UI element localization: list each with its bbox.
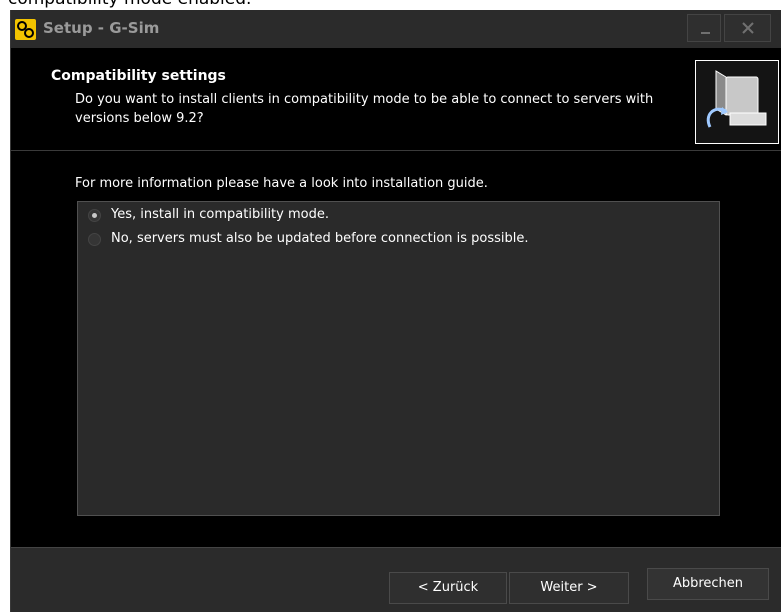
- options-panel: Yes, install in compatibility mode. No, …: [77, 201, 720, 516]
- minimize-button[interactable]: [687, 14, 721, 42]
- page-title: Compatibility settings: [51, 68, 226, 84]
- next-button[interactable]: Weiter >: [509, 572, 629, 604]
- caption-text: compatibility mode enabled.: [8, 0, 251, 9]
- title-bar[interactable]: Setup - G-Sim: [11, 10, 781, 48]
- wizard-footer: < Zurück Weiter > Abbrechen: [11, 547, 781, 612]
- close-button[interactable]: [724, 14, 771, 42]
- page-description: Do you want to install clients in compat…: [75, 92, 654, 126]
- caption-strip: compatibility mode enabled.: [0, 0, 781, 10]
- cancel-button[interactable]: Abbrechen: [647, 568, 769, 600]
- window-title: Setup - G-Sim: [43, 19, 160, 37]
- wizard-header: Compatibility settings Do you want to in…: [11, 48, 781, 151]
- close-icon: [742, 22, 754, 34]
- back-button[interactable]: < Zurück: [389, 572, 507, 604]
- option-yes-label: Yes, install in compatibility mode.: [111, 207, 329, 222]
- minimize-icon: [701, 32, 710, 34]
- radio-no[interactable]: [88, 233, 101, 246]
- setup-window: Setup - G-Sim Compatibility settings Do …: [10, 10, 781, 612]
- computer-install-icon: [706, 70, 767, 128]
- wizard-content: For more information please have a look …: [11, 151, 781, 547]
- info-text: For more information please have a look …: [75, 176, 488, 191]
- gsim-logo-icon: [15, 19, 36, 40]
- radio-yes[interactable]: [88, 209, 101, 222]
- wizard-image: [695, 60, 779, 144]
- option-no-label: No, servers must also be updated before …: [111, 231, 529, 246]
